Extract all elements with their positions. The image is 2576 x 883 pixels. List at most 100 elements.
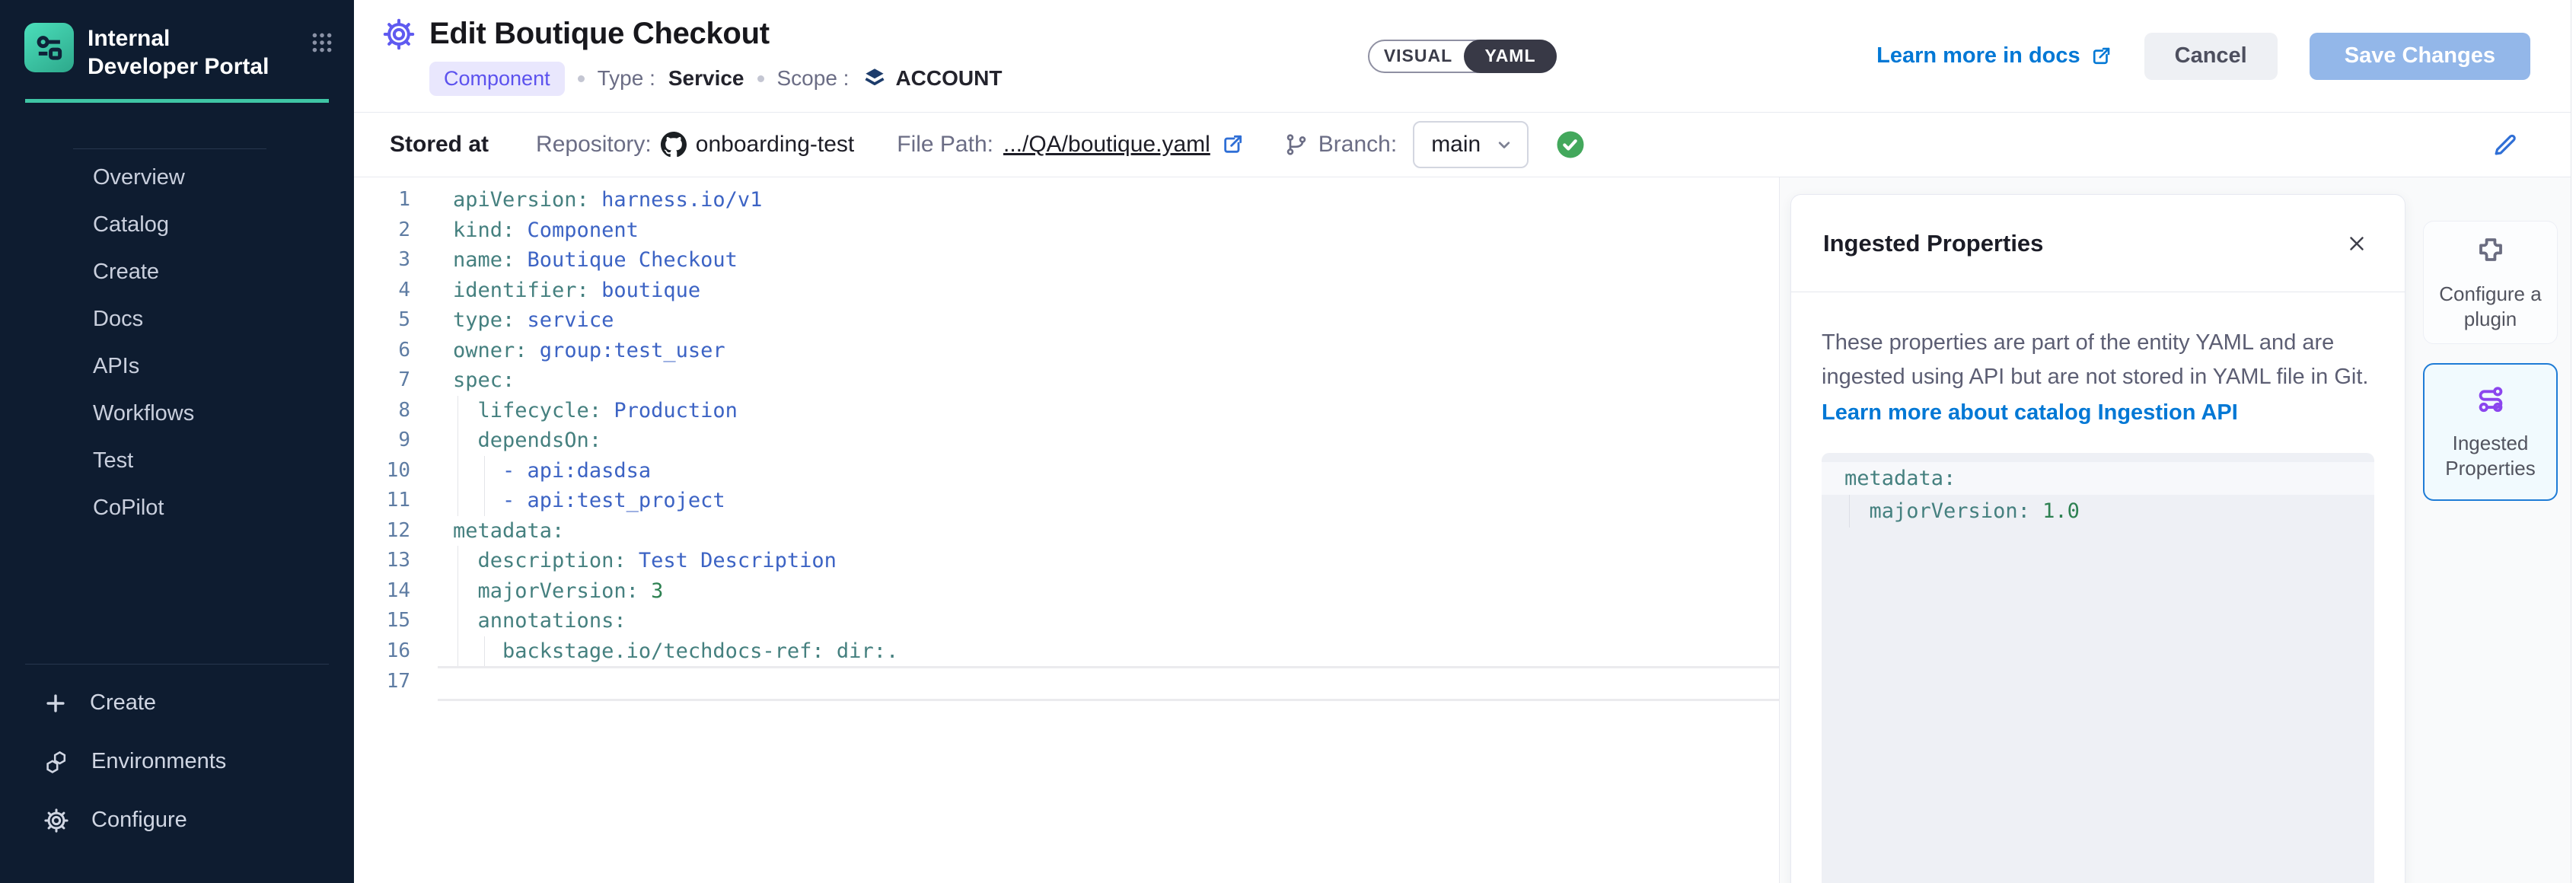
editor-line-1[interactable]: 1apiVersion: harness.io/v1 <box>354 185 1779 215</box>
title-block: Edit Boutique Checkout Component Type : … <box>381 17 1002 96</box>
line-number: 8 <box>354 396 438 426</box>
account-scope-icon <box>862 65 888 91</box>
repository-group: Repository: onboarding-test <box>536 132 854 158</box>
sidebar-item-label: Configure <box>91 808 187 833</box>
type-value: Service <box>668 66 744 91</box>
editor-lines: 1apiVersion: harness.io/v12kind: Compone… <box>354 185 1779 701</box>
chevron-down-icon <box>1494 134 1515 155</box>
ingested-properties-card[interactable]: Ingested Properties <box>2423 363 2558 501</box>
sidebar-item-configure[interactable]: Configure <box>0 791 354 850</box>
app-logo[interactable]: Internal Developer Portal <box>0 0 354 81</box>
file-path-label: File Path: <box>897 132 993 158</box>
editor-line-7[interactable]: 7spec: <box>354 365 1779 396</box>
panel-body: These properties are part of the entity … <box>1791 292 2405 883</box>
editor-line-2[interactable]: 2kind: Component <box>354 215 1779 246</box>
right-region: Ingested Properties These properties are… <box>1780 177 2576 883</box>
entity-gear-icon <box>381 17 416 52</box>
line-number: 7 <box>354 365 438 396</box>
yaml-editor[interactable]: 1apiVersion: harness.io/v12kind: Compone… <box>354 177 1780 883</box>
sidebar-item-test[interactable]: Test <box>0 437 354 484</box>
close-panel-button[interactable] <box>2341 228 2373 260</box>
sidebar-bottom-divider <box>25 664 329 665</box>
panel-code-line: majorVersion: 1.0 <box>1822 495 2374 528</box>
sidebar-item-catalog[interactable]: Catalog <box>0 201 354 248</box>
editor-line-15[interactable]: 15 annotations: <box>354 606 1779 636</box>
editor-line-17[interactable]: 17 <box>354 666 1779 701</box>
configure-plugin-label: Configure a plugin <box>2430 282 2551 332</box>
apps-grid-icon[interactable] <box>310 30 334 59</box>
type-label: Type : <box>598 66 655 91</box>
external-link-icon[interactable] <box>1220 132 1245 157</box>
toggle-yaml[interactable]: YAML <box>1464 40 1557 73</box>
plus-icon <box>43 690 69 716</box>
save-changes-button[interactable]: Save Changes <box>2310 33 2530 80</box>
editor-line-16[interactable]: 16 backstage.io/techdocs-ref: dir:. <box>354 636 1779 667</box>
docs-link-label: Learn more in docs <box>1876 43 2080 69</box>
editor-line-13[interactable]: 13 description: Test Description <box>354 546 1779 576</box>
page-title: Edit Boutique Checkout <box>429 17 770 51</box>
ingested-properties-label: Ingested Properties <box>2431 431 2550 481</box>
ingested-properties-icon <box>2473 384 2508 419</box>
editor-line-3[interactable]: 3name: Boutique Checkout <box>354 245 1779 276</box>
sidebar-item-label: Environments <box>91 749 226 774</box>
app-title: Internal Developer Portal <box>88 23 279 81</box>
editor-line-6[interactable]: 6owner: group:test_user <box>354 336 1779 366</box>
editor-line-8[interactable]: 8 lifecycle: Production <box>354 396 1779 426</box>
separator-dot <box>578 75 585 82</box>
toggle-visual[interactable]: VISUAL <box>1369 41 1467 72</box>
line-number: 10 <box>354 456 438 486</box>
sidebar-item-environments[interactable]: Environments <box>0 732 354 791</box>
line-number: 14 <box>354 576 438 607</box>
hexagons-icon <box>43 748 70 776</box>
sidebar-item-label: Create <box>90 690 156 716</box>
logo-icon <box>24 23 74 72</box>
sidebar-item-apis[interactable]: APIs <box>0 343 354 390</box>
sidebar-divider <box>73 148 266 149</box>
visual-yaml-toggle[interactable]: VISUAL YAML <box>1368 40 1557 73</box>
page-header: Edit Boutique Checkout Component Type : … <box>354 0 2576 113</box>
editor-line-9[interactable]: 9 dependsOn: <box>354 426 1779 456</box>
ingested-properties-panel: Ingested Properties These properties are… <box>1790 194 2405 883</box>
file-path-group: File Path: .../QA/boutique.yaml <box>897 132 1245 158</box>
sidebar-item-copilot[interactable]: CoPilot <box>0 484 354 531</box>
external-link-icon <box>2090 45 2112 68</box>
line-number: 5 <box>354 305 438 336</box>
sidebar-item-create[interactable]: Create <box>0 674 354 732</box>
editor-line-14[interactable]: 14 majorVersion: 3 <box>354 576 1779 607</box>
breadcrumb: Component Type : Service Scope : ACCOUNT <box>429 62 1002 96</box>
editor-line-10[interactable]: 10 - api:dasdsa <box>354 456 1779 486</box>
repository-value: onboarding-test <box>696 132 854 158</box>
configure-plugin-card[interactable]: Configure a plugin <box>2423 221 2558 344</box>
ingestion-api-link[interactable]: Learn more about catalog Ingestion API <box>1822 400 2374 426</box>
branch-group: Branch: main <box>1284 121 1586 168</box>
sidebar-item-docs[interactable]: Docs <box>0 295 354 343</box>
editor-line-11[interactable]: 11 - api:test_project <box>354 486 1779 516</box>
scope-value: ACCOUNT <box>895 66 1002 91</box>
edit-source-button[interactable] <box>2491 130 2520 159</box>
line-number: 6 <box>354 336 438 366</box>
panel-title: Ingested Properties <box>1823 230 2043 257</box>
line-number: 15 <box>354 606 438 636</box>
entity-kind-badge: Component <box>429 62 565 96</box>
line-number: 11 <box>354 486 438 516</box>
cancel-button[interactable]: Cancel <box>2144 33 2278 80</box>
editor-line-5[interactable]: 5type: service <box>354 305 1779 336</box>
sidebar-menu: OverviewCatalogCreateDocsAPIsWorkflowsTe… <box>0 154 354 531</box>
sidebar-item-workflows[interactable]: Workflows <box>0 390 354 437</box>
source-bar: Stored at Repository: onboarding-test Fi… <box>354 113 2576 177</box>
sidebar-item-create[interactable]: Create <box>0 248 354 295</box>
content-area: 1apiVersion: harness.io/v12kind: Compone… <box>354 177 2576 883</box>
editor-line-12[interactable]: 12metadata: <box>354 516 1779 547</box>
line-number: 13 <box>354 546 438 576</box>
sidebar-item-overview[interactable]: Overview <box>0 154 354 201</box>
line-number: 3 <box>354 245 438 276</box>
line-number: 12 <box>354 516 438 547</box>
editor-line-4[interactable]: 4identifier: boutique <box>354 276 1779 306</box>
file-path-link[interactable]: .../QA/boutique.yaml <box>1003 132 1210 158</box>
branch-select[interactable]: main <box>1413 121 1529 168</box>
separator-dot <box>757 75 764 82</box>
scope-label: Scope : <box>777 66 850 91</box>
learn-more-docs-link[interactable]: Learn more in docs <box>1876 43 2112 69</box>
plugin-rail: Configure a plugin Ingested Properties <box>2423 221 2558 501</box>
branch-value: main <box>1431 132 1481 158</box>
